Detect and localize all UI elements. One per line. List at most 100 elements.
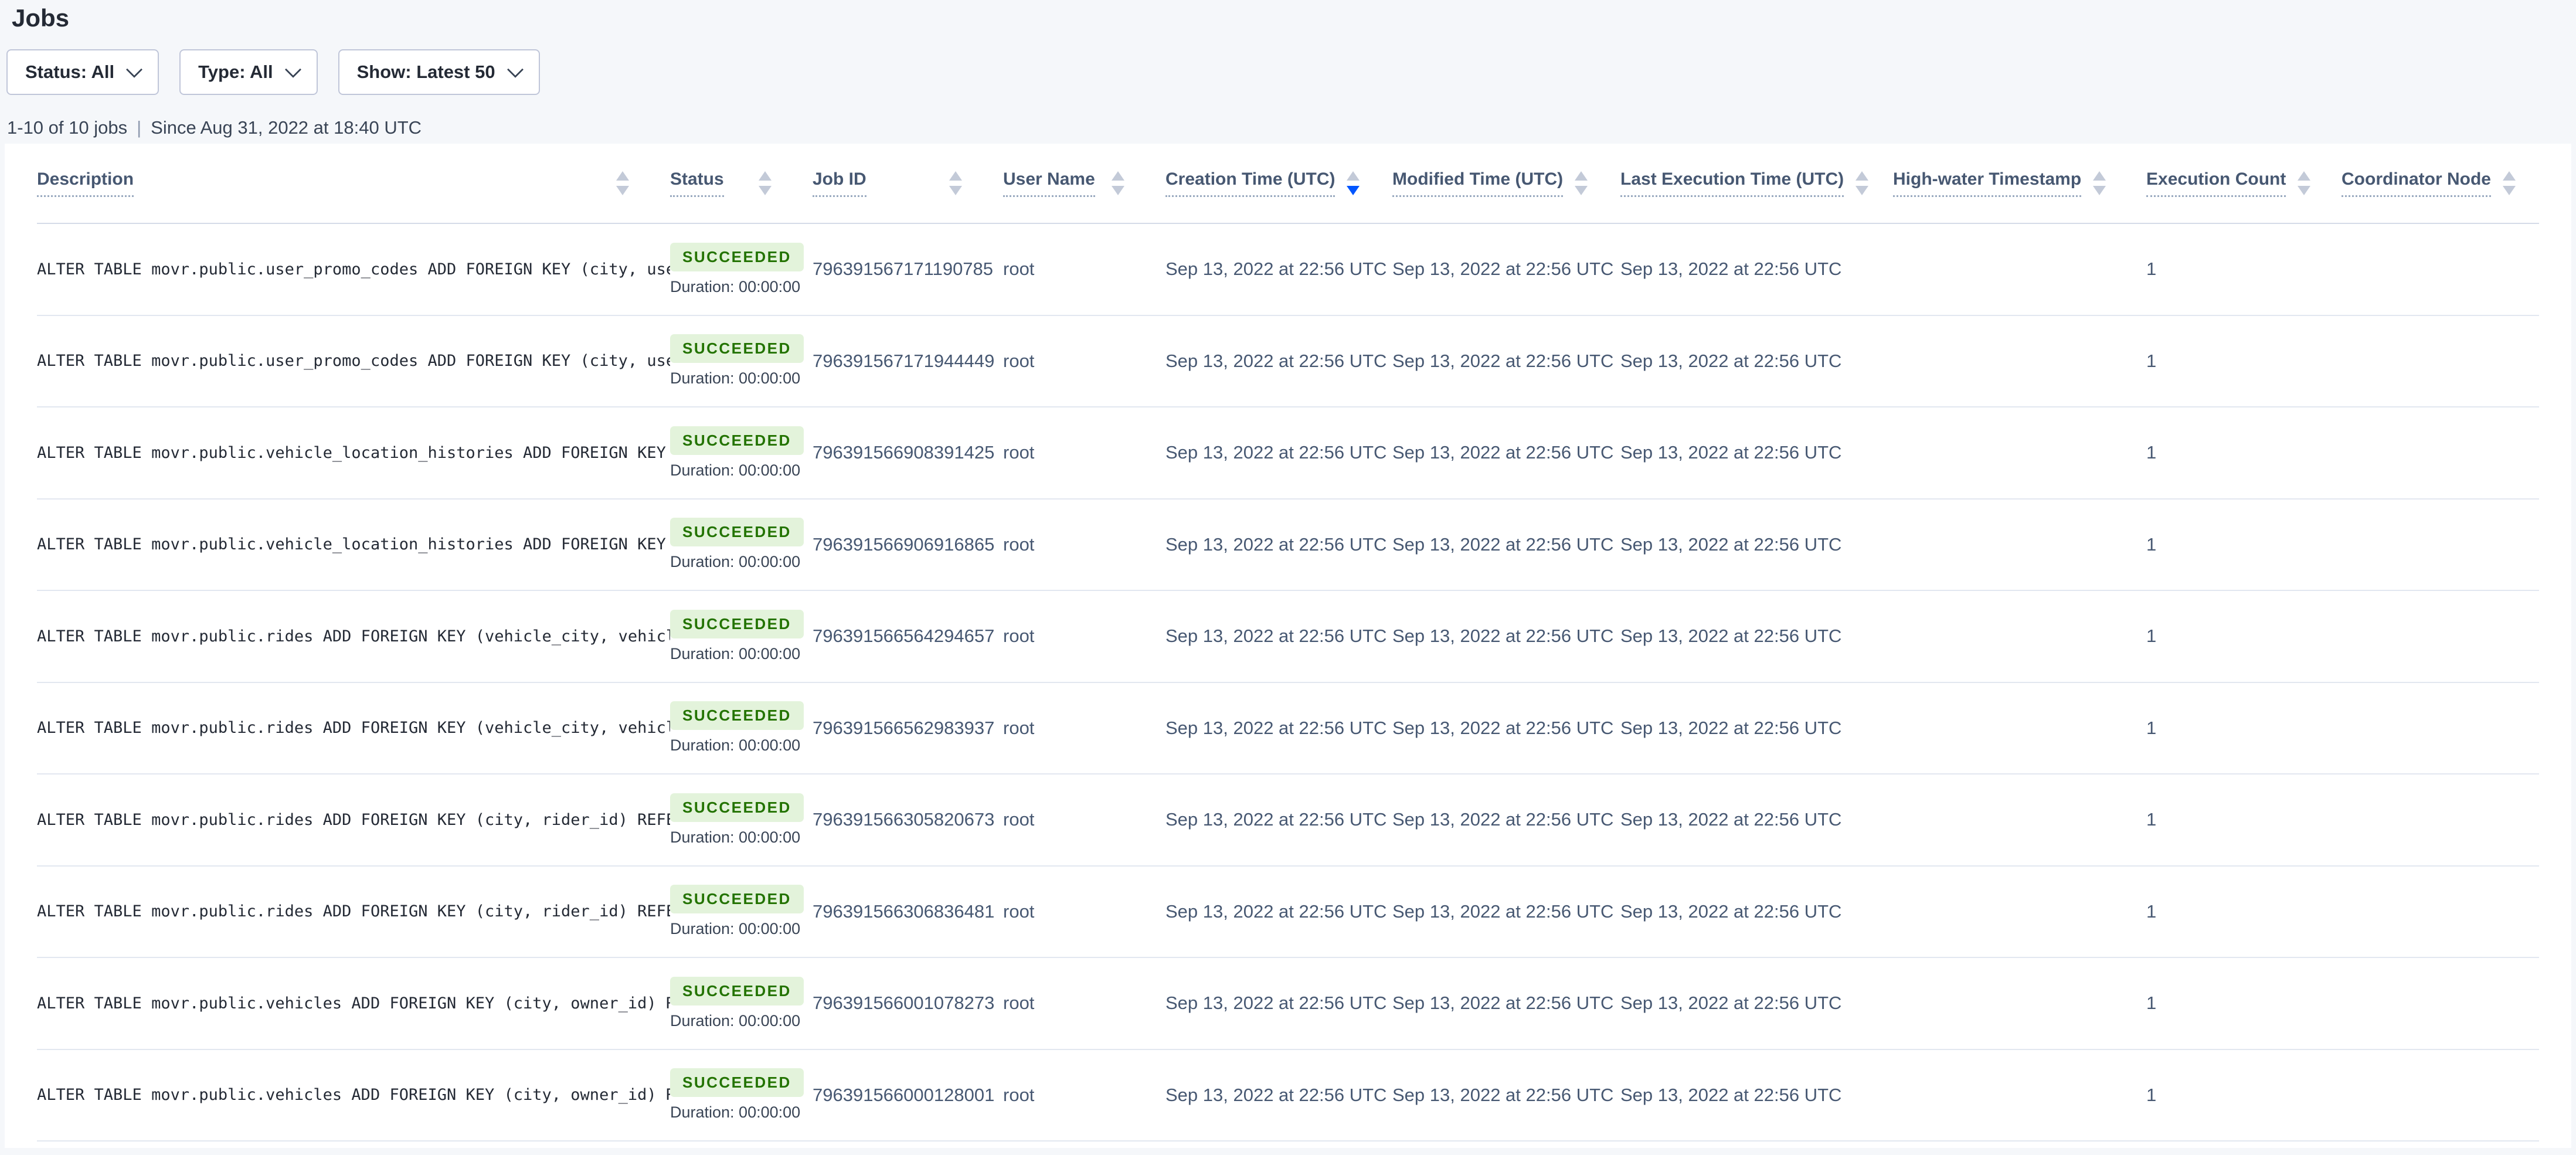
job-duration: Duration: 00:00:00 (670, 461, 800, 480)
job-description-cell[interactable]: ALTER TABLE movr.public.user_promo_codes… (37, 224, 670, 315)
type-filter-dropdown[interactable]: Type: All (179, 49, 317, 95)
job-duration: Duration: 00:00:00 (670, 278, 800, 296)
coordinator-node-cell (2341, 867, 2539, 957)
high-water-timestamp-cell (1893, 1050, 2146, 1141)
high-water-timestamp-cell (1893, 683, 2146, 774)
column-header-description[interactable]: Description (37, 144, 670, 223)
status-badge: SUCCEEDED (670, 518, 804, 546)
job-description-cell[interactable]: ALTER TABLE movr.public.rides ADD FOREIG… (37, 774, 670, 865)
modified-time-cell: Sep 13, 2022 at 22:56 UTC (1392, 1050, 1620, 1141)
sort-icon[interactable] (616, 171, 629, 195)
column-header-status[interactable]: Status (670, 144, 813, 223)
table-row: ALTER TABLE movr.public.rides ADD FOREIG… (37, 774, 2539, 867)
table-row: ALTER TABLE movr.public.rides ADD FOREIG… (37, 683, 2539, 775)
high-water-timestamp-cell (1893, 958, 2146, 1049)
filter-bar: Status: All Type: All Show: Latest 50 (6, 49, 2576, 95)
job-status-cell: SUCCEEDED Duration: 00:00:00 (670, 407, 813, 498)
since-timestamp: Since Aug 31, 2022 at 18:40 UTC (151, 117, 422, 138)
user-name-cell: root (1003, 1050, 1165, 1141)
last-execution-time-cell: Sep 13, 2022 at 22:56 UTC (1620, 407, 1893, 498)
last-execution-time-cell: Sep 13, 2022 at 22:56 UTC (1620, 1050, 1893, 1141)
job-id-cell: 796391566564294657 (813, 591, 1003, 682)
sort-icon-active-desc[interactable] (1347, 171, 1360, 195)
coordinator-node-cell (2341, 224, 2539, 315)
high-water-timestamp-cell (1893, 774, 2146, 865)
job-description-cell[interactable]: ALTER TABLE movr.public.vehicles ADD FOR… (37, 958, 670, 1049)
table-row: ALTER TABLE movr.public.rides ADD FOREIG… (37, 867, 2539, 959)
execution-count-cell: 1 (2146, 958, 2341, 1049)
job-description-cell[interactable]: ALTER TABLE movr.public.vehicle_location… (37, 407, 670, 498)
status-badge: SUCCEEDED (670, 885, 804, 913)
last-execution-time-cell: Sep 13, 2022 at 22:56 UTC (1620, 316, 1893, 407)
execution-count-cell: 1 (2146, 774, 2341, 865)
creation-time-cell: Sep 13, 2022 at 22:56 UTC (1165, 867, 1392, 957)
job-status-cell: SUCCEEDED Duration: 00:00:00 (670, 591, 813, 682)
column-header-high-water-timestamp[interactable]: High-water Timestamp (1893, 144, 2146, 223)
page-title: Jobs (12, 0, 2576, 34)
modified-time-cell: Sep 13, 2022 at 22:56 UTC (1392, 958, 1620, 1049)
job-status-cell: SUCCEEDED Duration: 00:00:00 (670, 958, 813, 1049)
job-duration: Duration: 00:00:00 (670, 553, 800, 571)
sort-icon[interactable] (2093, 171, 2106, 195)
sort-icon[interactable] (2503, 171, 2516, 195)
user-name-cell: root (1003, 407, 1165, 498)
coordinator-node-cell (2341, 774, 2539, 865)
sort-icon[interactable] (949, 171, 962, 195)
column-header-modified-time[interactable]: Modified Time (UTC) (1392, 144, 1620, 223)
chevron-down-icon (126, 62, 142, 78)
column-header-job-id[interactable]: Job ID (813, 144, 1003, 223)
column-header-execution-count[interactable]: Execution Count (2146, 144, 2341, 223)
execution-count-cell: 1 (2146, 407, 2341, 498)
results-summary: 1-10 of 10 jobs | Since Aug 31, 2022 at 18… (7, 117, 2576, 138)
column-header-coordinator-node[interactable]: Coordinator Node (2341, 144, 2539, 223)
column-header-last-execution-time[interactable]: Last Execution Time (UTC) (1620, 144, 1893, 223)
job-description-cell[interactable]: ALTER TABLE movr.public.user_promo_codes… (37, 316, 670, 407)
job-id-cell: 796391566908391425 (813, 407, 1003, 498)
last-execution-time-cell: Sep 13, 2022 at 22:56 UTC (1620, 591, 1893, 682)
chevron-down-icon (507, 62, 523, 78)
creation-time-cell: Sep 13, 2022 at 22:56 UTC (1165, 1050, 1392, 1141)
status-badge: SUCCEEDED (670, 1068, 804, 1097)
coordinator-node-cell (2341, 683, 2539, 774)
modified-time-cell: Sep 13, 2022 at 22:56 UTC (1392, 407, 1620, 498)
sort-icon[interactable] (759, 171, 772, 195)
summary-separator: | (137, 117, 141, 138)
job-description-cell[interactable]: ALTER TABLE movr.public.vehicles ADD FOR… (37, 1050, 670, 1141)
execution-count-cell: 1 (2146, 867, 2341, 957)
job-id-cell: 796391566906916865 (813, 500, 1003, 590)
user-name-cell: root (1003, 774, 1165, 865)
chevron-down-icon (284, 62, 301, 78)
sort-icon[interactable] (1575, 171, 1588, 195)
job-description-cell[interactable]: ALTER TABLE movr.public.rides ADD FOREIG… (37, 683, 670, 774)
status-filter-label: Status: All (25, 62, 114, 83)
table-row: ALTER TABLE movr.public.vehicle_location… (37, 500, 2539, 592)
high-water-timestamp-cell (1893, 867, 2146, 957)
table-header-row: Description Status Job ID User Name Crea… (37, 144, 2539, 224)
job-duration: Duration: 00:00:00 (670, 1012, 800, 1030)
user-name-cell: root (1003, 500, 1165, 590)
job-duration: Duration: 00:00:00 (670, 645, 800, 663)
last-execution-time-cell: Sep 13, 2022 at 22:56 UTC (1620, 500, 1893, 590)
jobs-count: 1-10 of 10 jobs (7, 117, 127, 138)
status-filter-dropdown[interactable]: Status: All (6, 49, 159, 95)
coordinator-node-cell (2341, 1050, 2539, 1141)
job-description-cell[interactable]: ALTER TABLE movr.public.vehicle_location… (37, 500, 670, 590)
sort-icon[interactable] (2298, 171, 2310, 195)
sort-icon[interactable] (1112, 171, 1124, 195)
high-water-timestamp-cell (1893, 224, 2146, 315)
job-duration: Duration: 00:00:00 (670, 920, 800, 938)
job-id-cell: 796391566562983937 (813, 683, 1003, 774)
status-badge: SUCCEEDED (670, 793, 804, 822)
column-header-creation-time[interactable]: Creation Time (UTC) (1165, 144, 1392, 223)
status-badge: SUCCEEDED (670, 977, 804, 1005)
coordinator-node-cell (2341, 500, 2539, 590)
job-description-cell[interactable]: ALTER TABLE movr.public.rides ADD FOREIG… (37, 591, 670, 682)
job-description-cell[interactable]: ALTER TABLE movr.public.rides ADD FOREIG… (37, 867, 670, 957)
column-header-user-name[interactable]: User Name (1003, 144, 1165, 223)
sort-icon[interactable] (1855, 171, 1868, 195)
show-filter-dropdown[interactable]: Show: Latest 50 (338, 49, 540, 95)
jobs-table: Description Status Job ID User Name Crea… (5, 144, 2571, 1148)
job-duration: Duration: 00:00:00 (670, 1103, 800, 1122)
creation-time-cell: Sep 13, 2022 at 22:56 UTC (1165, 774, 1392, 865)
job-status-cell: SUCCEEDED Duration: 00:00:00 (670, 1050, 813, 1141)
